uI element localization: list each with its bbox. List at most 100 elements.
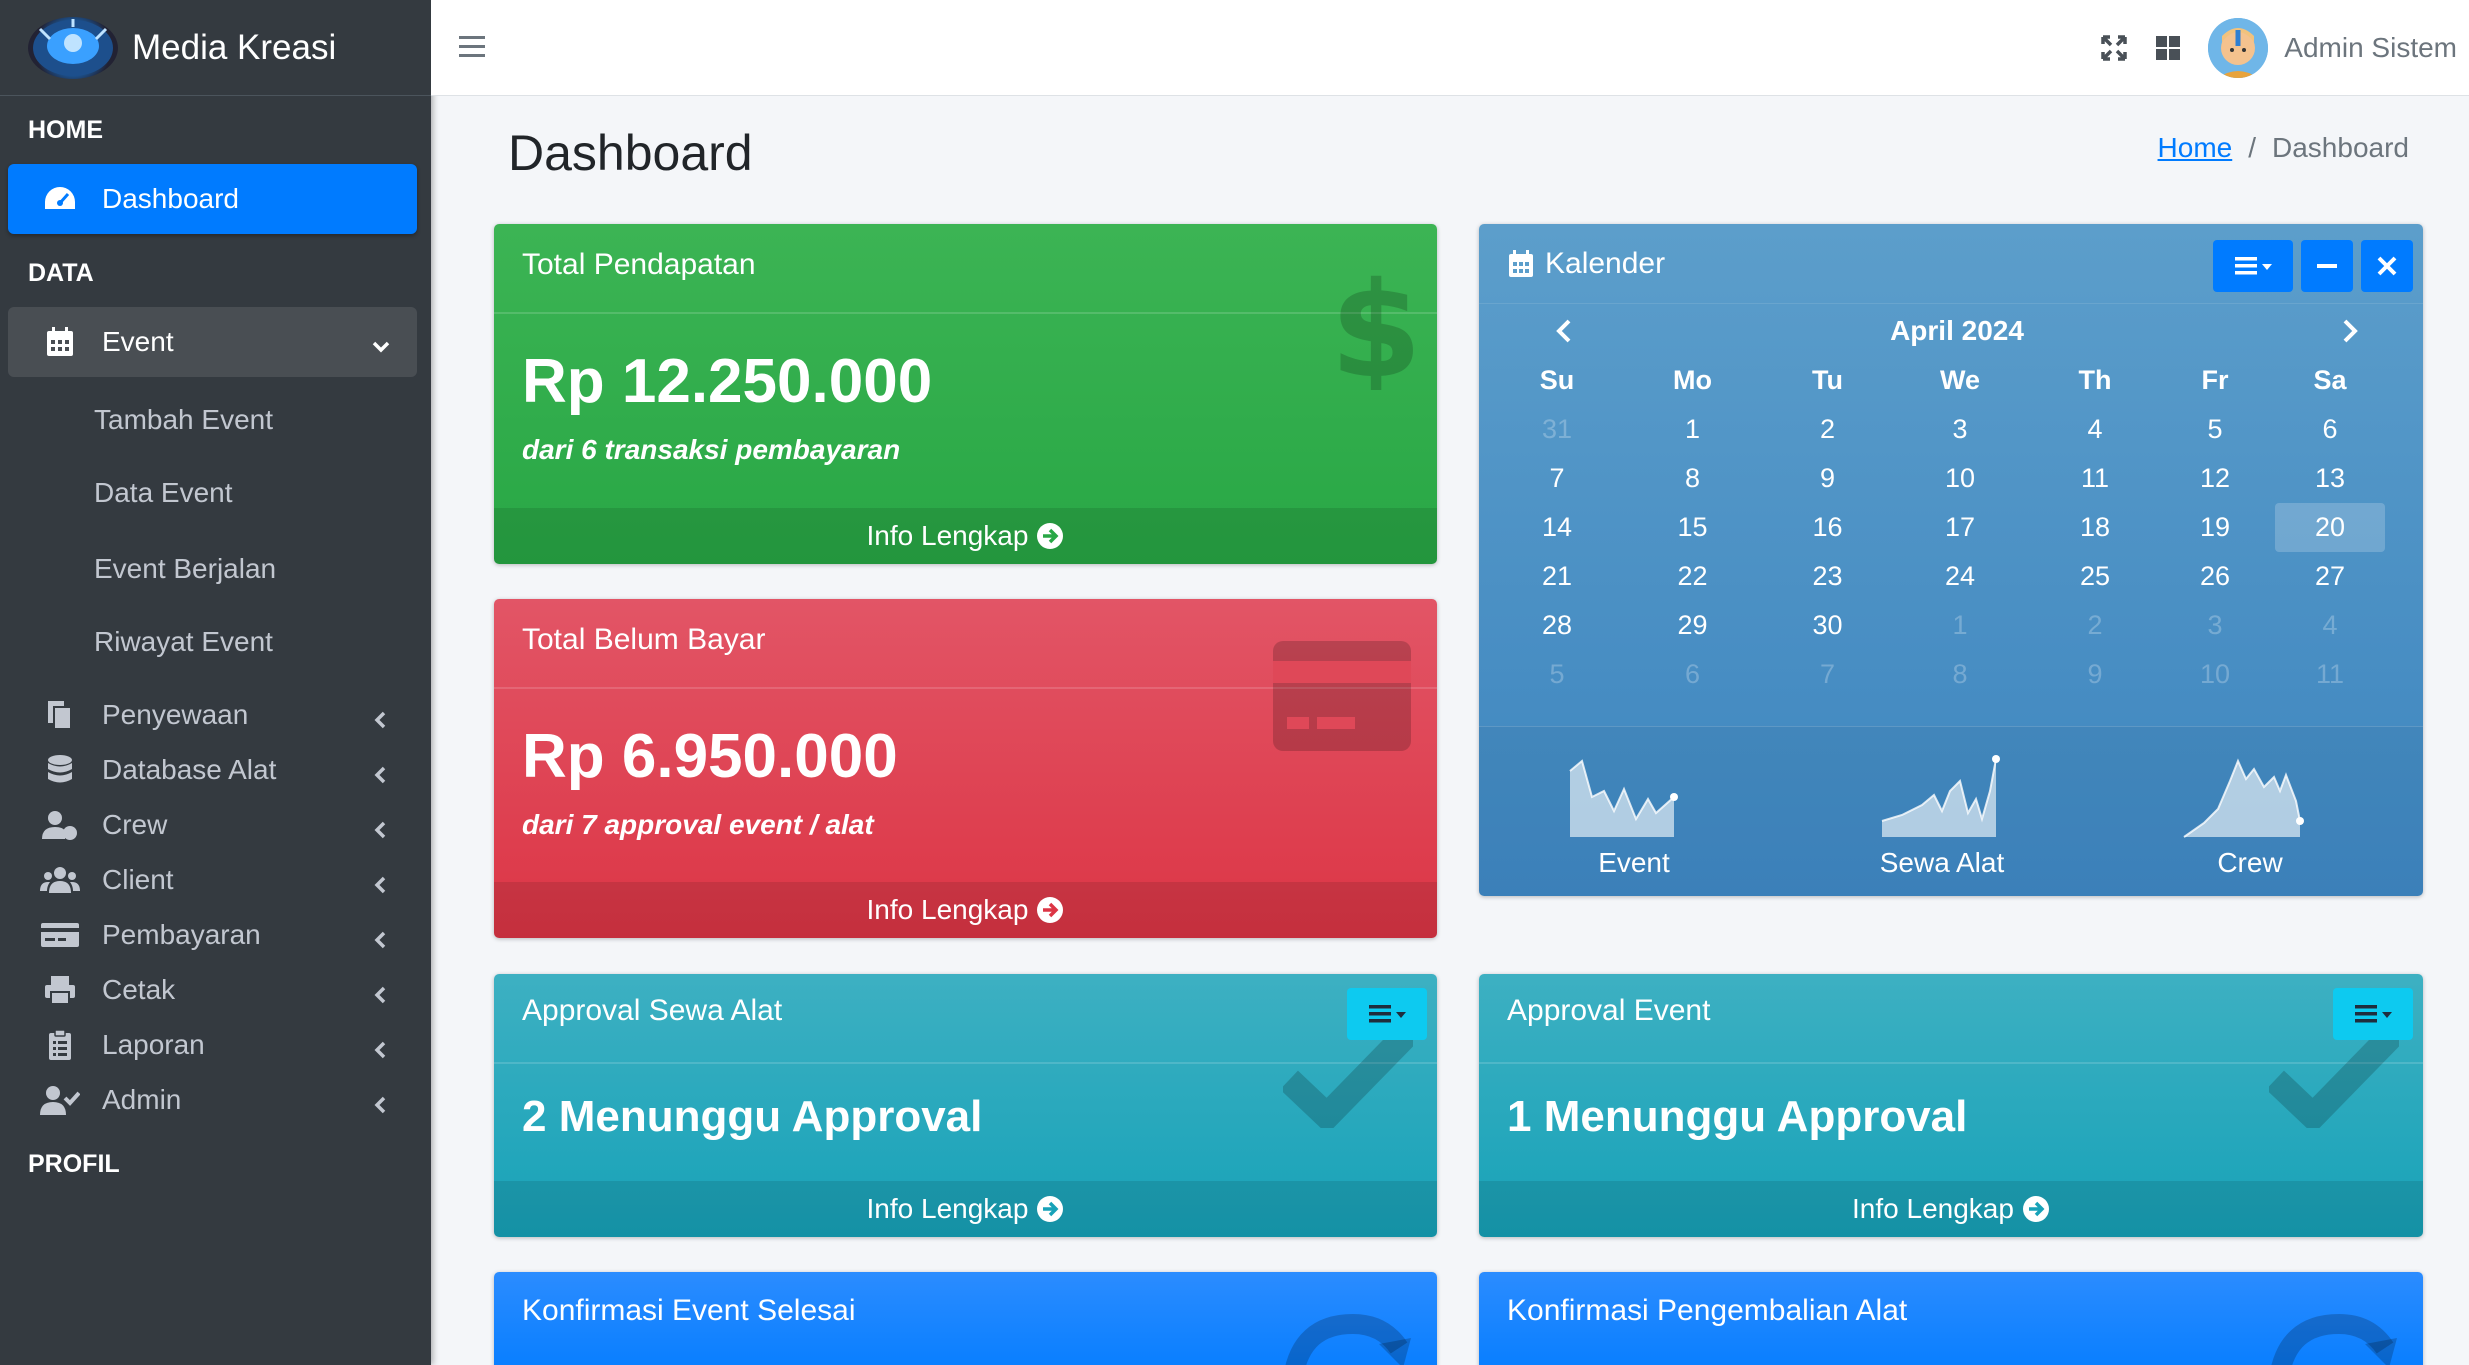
- card-menu-button[interactable]: [2333, 988, 2413, 1040]
- calendar-day[interactable]: 6: [2275, 405, 2385, 454]
- menu-toggle-icon[interactable]: [457, 32, 489, 62]
- redo-icon: [1283, 1308, 1413, 1365]
- card-subtitle: dari 7 approval event / alat: [522, 809, 874, 840]
- calendar-day[interactable]: 26: [2155, 552, 2275, 601]
- card-approval-event: Approval Event 1 Menunggu Approval Info …: [1479, 974, 2423, 1237]
- sidebar: Media Kreasi HOME Dashboard DATA Event T…: [0, 0, 431, 1365]
- topbar-right: Admin Sistem: [2094, 0, 2457, 96]
- calendar-day[interactable]: 28: [1499, 601, 1615, 650]
- calendar-day[interactable]: 5: [1499, 650, 1615, 699]
- sparkline-label: Crew: [2217, 847, 2283, 878]
- calendar-day-today[interactable]: 20: [2275, 503, 2385, 552]
- user-name[interactable]: Admin Sistem: [2284, 32, 2457, 64]
- info-lengkap-link[interactable]: Info Lengkap: [494, 1181, 1437, 1237]
- calendar-day[interactable]: 8: [1885, 650, 2035, 699]
- sidebar-item-label: Penyewaan: [102, 699, 249, 730]
- calendar-day[interactable]: 4: [2275, 601, 2385, 650]
- calendar-month[interactable]: April 2024: [1890, 315, 2024, 347]
- calendar-day[interactable]: 18: [2035, 503, 2155, 552]
- calendar-tools: [2213, 240, 2413, 292]
- breadcrumb-separator: /: [2248, 132, 2257, 163]
- calendar-day[interactable]: 3: [2155, 601, 2275, 650]
- card-subtitle: dari 6 transaksi pembayaran: [522, 434, 901, 465]
- info-lengkap-link[interactable]: Info Lengkap: [494, 508, 1437, 564]
- calendar-menu-button[interactable]: [2213, 240, 2293, 292]
- chevron-right-icon[interactable]: [2335, 316, 2365, 346]
- calendar-day[interactable]: 5: [2155, 405, 2275, 454]
- calendar-day[interactable]: 9: [1770, 454, 1885, 503]
- calendar-day[interactable]: 1: [1615, 405, 1770, 454]
- sidebar-item-dashboard[interactable]: Dashboard: [8, 164, 417, 234]
- calendar-day[interactable]: 7: [1770, 650, 1885, 699]
- calendar-day[interactable]: 9: [2035, 650, 2155, 699]
- sidebar-item-event[interactable]: Event: [8, 307, 417, 377]
- sidebar-item-label: Admin: [102, 1084, 182, 1115]
- calendar-day[interactable]: 11: [2275, 650, 2385, 699]
- chevron-left-icon: [371, 1090, 391, 1114]
- avatar[interactable]: [2208, 18, 2269, 78]
- info-lengkap-link[interactable]: Info Lengkap: [1479, 1181, 2423, 1237]
- calendar-table: Su Mo Tu We Th Fr Sa 31 1 2 3 4 5 6 7 8 9 10 11 12 13 14 15 16 1…: [1499, 356, 2403, 699]
- topbar: Admin Sistem: [431, 0, 2469, 96]
- calendar-day[interactable]: 19: [2155, 503, 2275, 552]
- brand-name: Media Kreasi: [132, 27, 337, 67]
- calendar-day[interactable]: 14: [1499, 503, 1615, 552]
- calendar-day[interactable]: 2: [1770, 405, 1885, 454]
- info-lengkap-link[interactable]: Info Lengkap: [494, 882, 1437, 938]
- sidebar-subitem-riwayat-event[interactable]: Riwayat Event: [0, 604, 431, 680]
- chevron-left-icon: [371, 760, 391, 784]
- calendar-day[interactable]: 2: [2035, 601, 2155, 650]
- calendar-day[interactable]: 3: [1885, 405, 2035, 454]
- calendar-alt-icon: [1507, 249, 1535, 279]
- calendar-day[interactable]: 12: [2155, 454, 2275, 503]
- calendar-day[interactable]: 6: [1615, 650, 1770, 699]
- calendar-day[interactable]: 21: [1499, 552, 1615, 601]
- calendar-day[interactable]: 22: [1615, 552, 1770, 601]
- calendar-day[interactable]: 27: [2275, 552, 2385, 601]
- chevron-left-icon: [371, 1035, 391, 1059]
- check-icon: [2266, 1024, 2403, 1135]
- users-icon: [40, 863, 80, 897]
- calendar-day[interactable]: 30: [1770, 601, 1885, 650]
- breadcrumb-home-link[interactable]: Home: [2158, 132, 2233, 164]
- calendar-day[interactable]: 10: [2155, 650, 2275, 699]
- calendar-day[interactable]: 31: [1499, 405, 1615, 454]
- sidebar-subitem-data-event[interactable]: Data Event: [0, 455, 431, 531]
- calendar-collapse-button[interactable]: [2301, 240, 2353, 292]
- calendar-day[interactable]: 15: [1615, 503, 1770, 552]
- chevron-left-icon[interactable]: [1549, 316, 1579, 346]
- calendar-day[interactable]: 29: [1615, 601, 1770, 650]
- calendar-day[interactable]: 10: [1885, 454, 2035, 503]
- check-icon: [1280, 1024, 1417, 1135]
- card-konfirmasi-pengembalian-alat: Konfirmasi Pengembalian Alat: [1479, 1272, 2423, 1365]
- sidebar-item-label: Laporan: [102, 1029, 205, 1060]
- calendar-day[interactable]: 23: [1770, 552, 1885, 601]
- calendar-day-of-week: Su: [1539, 365, 1575, 395]
- breadcrumb: Home / Dashboard: [2158, 132, 2409, 164]
- sidebar-item-admin[interactable]: Admin: [8, 1065, 417, 1135]
- chevron-left-icon: [371, 815, 391, 839]
- calendar-close-button[interactable]: [2361, 240, 2413, 292]
- calendar-day[interactable]: 25: [2035, 552, 2155, 601]
- chevron-left-icon: [371, 980, 391, 1004]
- calendar-day[interactable]: 13: [2275, 454, 2385, 503]
- sidebar-subitem-event-berjalan[interactable]: Event Berjalan: [0, 531, 431, 607]
- breadcrumb-current: Dashboard: [2272, 132, 2409, 163]
- brand-link[interactable]: Media Kreasi: [0, 0, 431, 96]
- calendar-day[interactable]: 17: [1885, 503, 2035, 552]
- calendar-day[interactable]: 4: [2035, 405, 2155, 454]
- calendar-day[interactable]: 24: [1885, 552, 2035, 601]
- calendar-day[interactable]: 1: [1885, 601, 2035, 650]
- grid-layout-icon[interactable]: [2148, 28, 2188, 68]
- card-menu-button[interactable]: [1347, 988, 1427, 1040]
- calendar-day[interactable]: 7: [1499, 454, 1615, 503]
- sidebar-subitem-tambah-event[interactable]: Tambah Event: [0, 382, 431, 458]
- calendar-day[interactable]: 8: [1615, 454, 1770, 503]
- sidebar-item-label: Cetak: [102, 974, 176, 1005]
- fullscreen-icon[interactable]: [2094, 28, 2134, 68]
- calendar-day[interactable]: 16: [1770, 503, 1885, 552]
- calendar-day-of-week: Tu: [1812, 365, 1843, 395]
- calendar-day[interactable]: 11: [2035, 454, 2155, 503]
- sidebar-item-label: Database Alat: [102, 754, 277, 785]
- calendar-day-of-week: We: [1939, 365, 1980, 395]
